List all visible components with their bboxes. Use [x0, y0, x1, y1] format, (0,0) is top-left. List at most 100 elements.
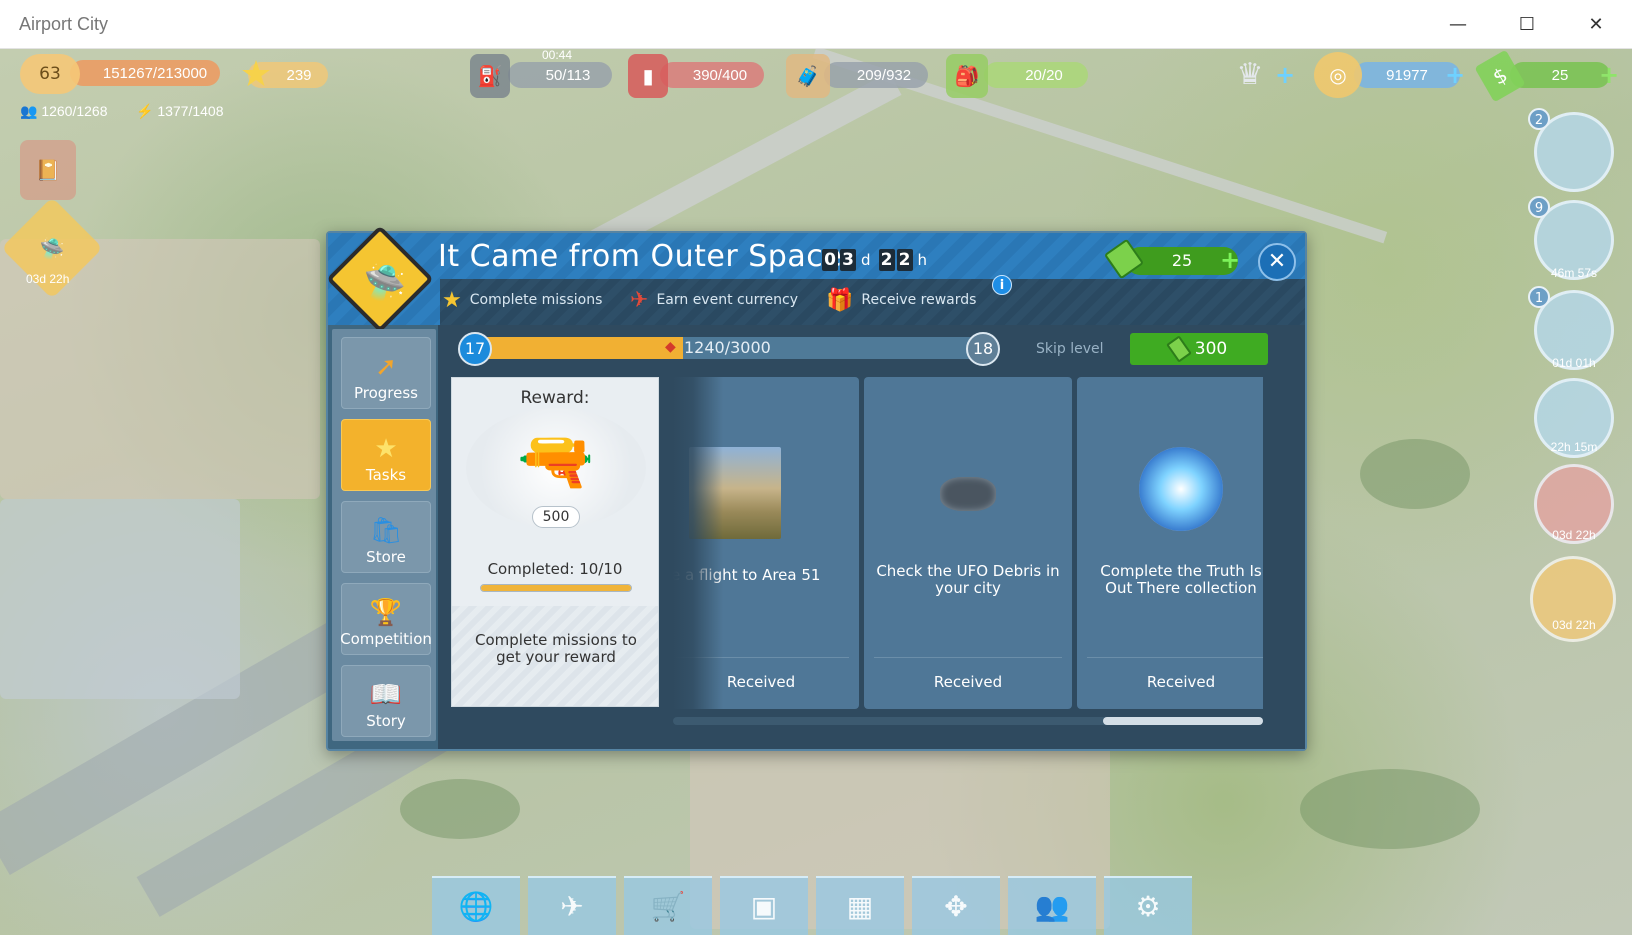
- mission-card[interactable]: Check the UFO Debris in your city Receiv…: [864, 377, 1072, 709]
- mission-text: Check the UFO Debris in your city: [876, 562, 1060, 597]
- backpack-icon: 🎒: [946, 54, 988, 98]
- completed-progress-fill: [481, 585, 631, 591]
- maximize-button[interactable]: ☐: [1493, 0, 1561, 49]
- step-label: Receive rewards: [861, 292, 977, 308]
- hangar-button[interactable]: ✈: [528, 876, 616, 935]
- window-close-button[interactable]: ✕: [1562, 0, 1630, 49]
- minimize-button[interactable]: —: [1424, 0, 1492, 49]
- treasure-chest-icon: ▦: [846, 890, 874, 923]
- trees: [1360, 439, 1470, 509]
- golden-ticket-timer: 03d 22h: [1552, 618, 1596, 632]
- star-icon: ★: [374, 434, 398, 464]
- crown-plus-icon[interactable]: +: [1274, 63, 1296, 87]
- hangar-icon: ✈: [560, 890, 584, 923]
- airport-terminal-area: [0, 499, 240, 699]
- book-icon: 📖: [369, 680, 403, 710]
- nav-story[interactable]: 📖 Story: [341, 665, 431, 737]
- crew-counter[interactable]: 20/20: [984, 62, 1088, 88]
- hotel-timer: 22h 15m: [1550, 440, 1598, 454]
- progress-arrow-icon: ➚: [375, 352, 397, 382]
- ufo-icon: 🛸: [363, 263, 407, 303]
- energy-value: 1377/1408: [157, 103, 224, 119]
- strip-fade: [673, 377, 723, 709]
- reward-card: Reward: 🔫 500 Completed: 10/10 Complete …: [451, 377, 659, 707]
- shop-button[interactable]: 🛒: [624, 876, 712, 935]
- nav-label: Story: [366, 712, 406, 730]
- bills-plus-icon[interactable]: +: [1598, 63, 1620, 87]
- fuel-counter[interactable]: 50/113: [508, 62, 612, 88]
- current-level: 17: [458, 332, 492, 366]
- reward-amount: 500: [532, 506, 580, 528]
- event-currency-value: 25: [1171, 251, 1193, 270]
- gas-counter[interactable]: 390/400: [660, 62, 764, 88]
- timer-hours-unit: h: [917, 251, 928, 269]
- raygun-icon: ✈: [630, 287, 649, 313]
- nav-label: Competition: [340, 630, 432, 648]
- event-nav: ➚ Progress ★ Tasks 🛍 Store 🏆 Competition…: [332, 329, 436, 741]
- event-timer: 03d 22h: [26, 272, 70, 286]
- population-icon: 👥: [20, 103, 38, 119]
- level-badge[interactable]: 63: [20, 54, 80, 94]
- crew-value: 20/20: [1025, 66, 1063, 84]
- skip-cost: 300: [1194, 339, 1228, 359]
- next-level: 18: [966, 332, 1000, 366]
- crown-icon[interactable]: ♛: [1228, 56, 1272, 92]
- event-title: It Came from Outer Space: [438, 239, 843, 274]
- scrollbar-thumb[interactable]: [1103, 717, 1263, 725]
- window-title: Airport City: [19, 14, 109, 34]
- mission-status: Received: [1146, 673, 1216, 691]
- info-icon[interactable]: i: [992, 275, 1012, 295]
- nav-store[interactable]: 🛍 Store: [341, 501, 431, 573]
- step-receive-rewards: 🎁 Receive rewards: [826, 283, 976, 317]
- nav-label: Tasks: [365, 466, 407, 484]
- population-stat: 👥 1260/1268: [20, 103, 108, 120]
- nav-competition[interactable]: 🏆 Competition: [340, 583, 432, 655]
- skip-level-button[interactable]: 300: [1130, 333, 1268, 365]
- world-map-button[interactable]: 🌐: [432, 876, 520, 935]
- xp-value: 151267/213000: [102, 64, 208, 82]
- bills-value: 25: [1551, 66, 1569, 84]
- treasure-button[interactable]: ▦: [816, 876, 904, 935]
- dialog-close-button[interactable]: ✕: [1258, 243, 1296, 281]
- nav-progress[interactable]: ➚ Progress: [341, 337, 431, 409]
- building-event-timer: 03d 22h: [1552, 528, 1596, 542]
- trees: [1300, 769, 1480, 849]
- trophy-icon: 🏆: [369, 598, 403, 628]
- timer-days-ones: 3: [840, 249, 856, 271]
- globe-plane-icon: 🌐: [458, 890, 494, 923]
- gas-value: 390/400: [692, 66, 748, 84]
- skip-level-label: Skip level: [1036, 341, 1104, 357]
- reward-title: Reward:: [520, 388, 590, 408]
- mission-strip[interactable]: e a flight to Area 51 Received Check the…: [673, 377, 1263, 709]
- fuel-barrel-icon: ⛽: [470, 54, 510, 98]
- radar-timer: 46m 57s: [1550, 266, 1598, 280]
- shopping-cart-icon: 🛒: [650, 890, 686, 923]
- step-label: Earn event currency: [656, 292, 799, 308]
- completed-text: Completed: 10/10: [487, 560, 623, 578]
- mission-card[interactable]: Complete the Truth Is Out There collecti…: [1077, 377, 1263, 709]
- bottom-toolbar: 🌐 ✈ 🛒 ▣ ▦ ✥ 👥 ⚙: [432, 876, 1198, 935]
- portal-icon: [1139, 447, 1223, 531]
- raygun-marker-icon: ◆: [665, 339, 676, 355]
- cargo-counter[interactable]: 209/932: [824, 62, 928, 88]
- dialog-header: 🛸 It Came from Outer Space 0 3 d 2 2 h 2…: [326, 225, 1305, 333]
- friends-button[interactable]: 👥: [1008, 876, 1096, 935]
- inventory-button[interactable]: ▣: [720, 876, 808, 935]
- journal-icon[interactable]: 📔: [20, 140, 76, 200]
- completed-progress-bar: [480, 584, 632, 592]
- tasks-content: ◆ 1240/3000 17 18 Skip level 300 Reward:…: [438, 325, 1305, 749]
- ufo-debris-icon: [940, 477, 996, 511]
- nav-tasks[interactable]: ★ Tasks: [341, 419, 431, 491]
- gear-icon: ⚙: [1135, 890, 1161, 923]
- timer-days-tens: 0: [822, 249, 838, 271]
- move-button[interactable]: ✥: [912, 876, 1000, 935]
- coins-plus-icon[interactable]: +: [1444, 63, 1466, 87]
- mission-scrollbar[interactable]: [673, 717, 1263, 725]
- step-earn-currency: ✈ Earn event currency: [630, 283, 798, 317]
- add-currency-icon[interactable]: +: [1220, 248, 1240, 272]
- settings-button[interactable]: ⚙: [1104, 876, 1192, 935]
- shopping-bag-icon: 🛍: [369, 516, 403, 546]
- speedometer-badge: 1: [1528, 286, 1550, 308]
- control-tower-badge: 2: [1528, 108, 1550, 130]
- energy-stat: ⚡ 1377/1408: [136, 103, 224, 120]
